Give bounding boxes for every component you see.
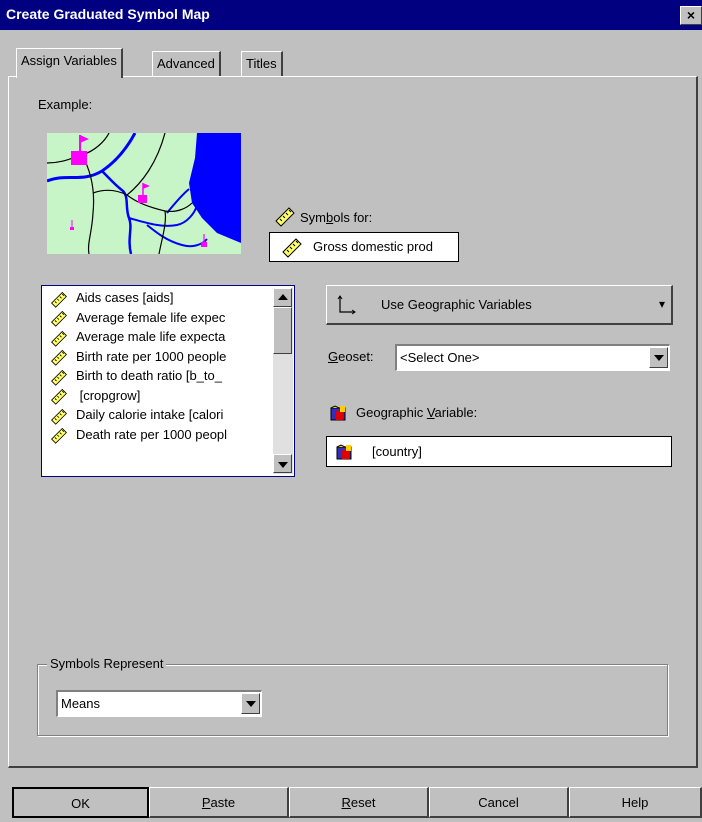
list-item-label: Aids cases [aids]: [76, 290, 174, 305]
scroll-thumb[interactable]: [273, 307, 292, 354]
arrow-up-icon: [278, 294, 288, 300]
list-item-label: [cropgrow]: [76, 387, 141, 403]
geo-mode-dropdown[interactable]: Use Geographic Variables ▾: [326, 285, 673, 325]
ruler-icon: [50, 329, 68, 347]
list-item[interactable]: Average female life expec: [44, 308, 272, 328]
help-button[interactable]: Help: [569, 787, 702, 818]
symbols-represent-select[interactable]: Means: [56, 690, 262, 717]
paste-button[interactable]: Paste: [149, 787, 289, 818]
arrow-down-icon: [278, 462, 288, 468]
geoset-value: <Select One>: [400, 350, 480, 365]
variable-list[interactable]: Aids cases [aids] Average female life ex…: [41, 285, 295, 477]
axes-icon: [337, 294, 357, 319]
symbols-for-field[interactable]: Gross domestic prod: [269, 232, 459, 262]
tab-titles[interactable]: Titles: [241, 51, 283, 76]
chevron-down-icon: ▾: [658, 297, 665, 311]
list-item-label: Average female life expec: [76, 309, 226, 325]
tab-advanced[interactable]: Advanced: [152, 51, 221, 76]
reset-button-label: Reset: [341, 795, 376, 810]
ruler-icon: [50, 426, 68, 444]
list-item[interactable]: Birth rate per 1000 people: [44, 347, 272, 367]
geo-variable-field[interactable]: [country]: [326, 436, 672, 467]
ruler-icon: [50, 407, 68, 425]
tab-advanced-label: Advanced: [157, 56, 215, 71]
geoset-dropdown-button[interactable]: [649, 347, 668, 368]
list-item-label: Average male life expecta: [76, 329, 226, 344]
list-item[interactable]: Birth to death ratio [b_to_: [44, 366, 272, 386]
ruler-icon: [50, 309, 68, 327]
cancel-button[interactable]: Cancel: [429, 787, 569, 818]
geo-folder-icon: [336, 443, 354, 464]
symbols-represent-legend: Symbols Represent: [47, 656, 167, 671]
example-map-graphic: [46, 132, 241, 255]
ok-button-label: OK: [71, 796, 90, 811]
list-item-label: Daily calorie intake [calori: [76, 407, 224, 422]
geo-mode-label: Use Geographic Variables: [381, 297, 532, 312]
paste-button-label: Paste: [201, 795, 236, 810]
example-label: Example:: [38, 97, 93, 112]
close-button[interactable]: ×: [680, 6, 702, 25]
list-item[interactable]: Death rate per 1000 peopl: [44, 425, 272, 445]
tab-assign-variables[interactable]: Assign Variables: [16, 48, 123, 78]
ruler-icon: [50, 368, 68, 386]
list-item-label: Birth rate per 1000 people: [76, 348, 227, 364]
geo-variable-label: Geographic Variable:: [356, 405, 478, 420]
tab-assign-variables-label: Assign Variables: [21, 53, 117, 68]
list-item-label: Death rate per 1000 peopl: [76, 426, 228, 442]
example-map: [46, 132, 241, 255]
cancel-button-label: Cancel: [478, 795, 519, 810]
ruler-icon: [50, 387, 68, 405]
chevron-down-icon: [654, 355, 664, 361]
reset-button[interactable]: Reset: [289, 787, 429, 818]
list-item[interactable]: Average male life expecta: [44, 327, 272, 347]
list-item-label: Birth to death ratio [b_to_: [76, 368, 222, 383]
symbols-represent-value: Means: [61, 696, 101, 711]
tab-titles-label: Titles: [246, 56, 277, 71]
symbols-for-label: Symbols for:: [300, 210, 373, 225]
list-item[interactable]: Aids cases [aids]: [44, 288, 272, 308]
list-scrollbar[interactable]: [273, 288, 293, 474]
title-bar: Create Graduated Symbol Map ×: [0, 0, 702, 30]
geoset-label: Geoset:: [328, 349, 374, 364]
list-item[interactable]: Daily calorie intake [calori: [44, 405, 272, 425]
window-title: Create Graduated Symbol Map: [6, 6, 210, 22]
ruler-icon: [50, 348, 68, 366]
symbols-for-value: Gross domestic prod: [313, 239, 433, 254]
list-item[interactable]: [cropgrow]: [44, 386, 272, 406]
chevron-down-icon: [246, 701, 256, 707]
ruler-icon: [274, 205, 296, 227]
ruler-icon: [50, 290, 68, 308]
scroll-down-button[interactable]: [273, 454, 292, 473]
symbols-represent-dropdown-button[interactable]: [241, 693, 260, 714]
geoset-select[interactable]: <Select One>: [395, 344, 670, 371]
ruler-icon: [281, 236, 303, 258]
scroll-up-button[interactable]: [273, 288, 292, 307]
geo-variable-value: [country]: [372, 444, 422, 459]
help-button-label: Help: [621, 795, 649, 810]
geo-folder-icon: [330, 404, 348, 425]
ok-button[interactable]: OK: [12, 787, 149, 818]
close-icon: ×: [686, 7, 696, 23]
